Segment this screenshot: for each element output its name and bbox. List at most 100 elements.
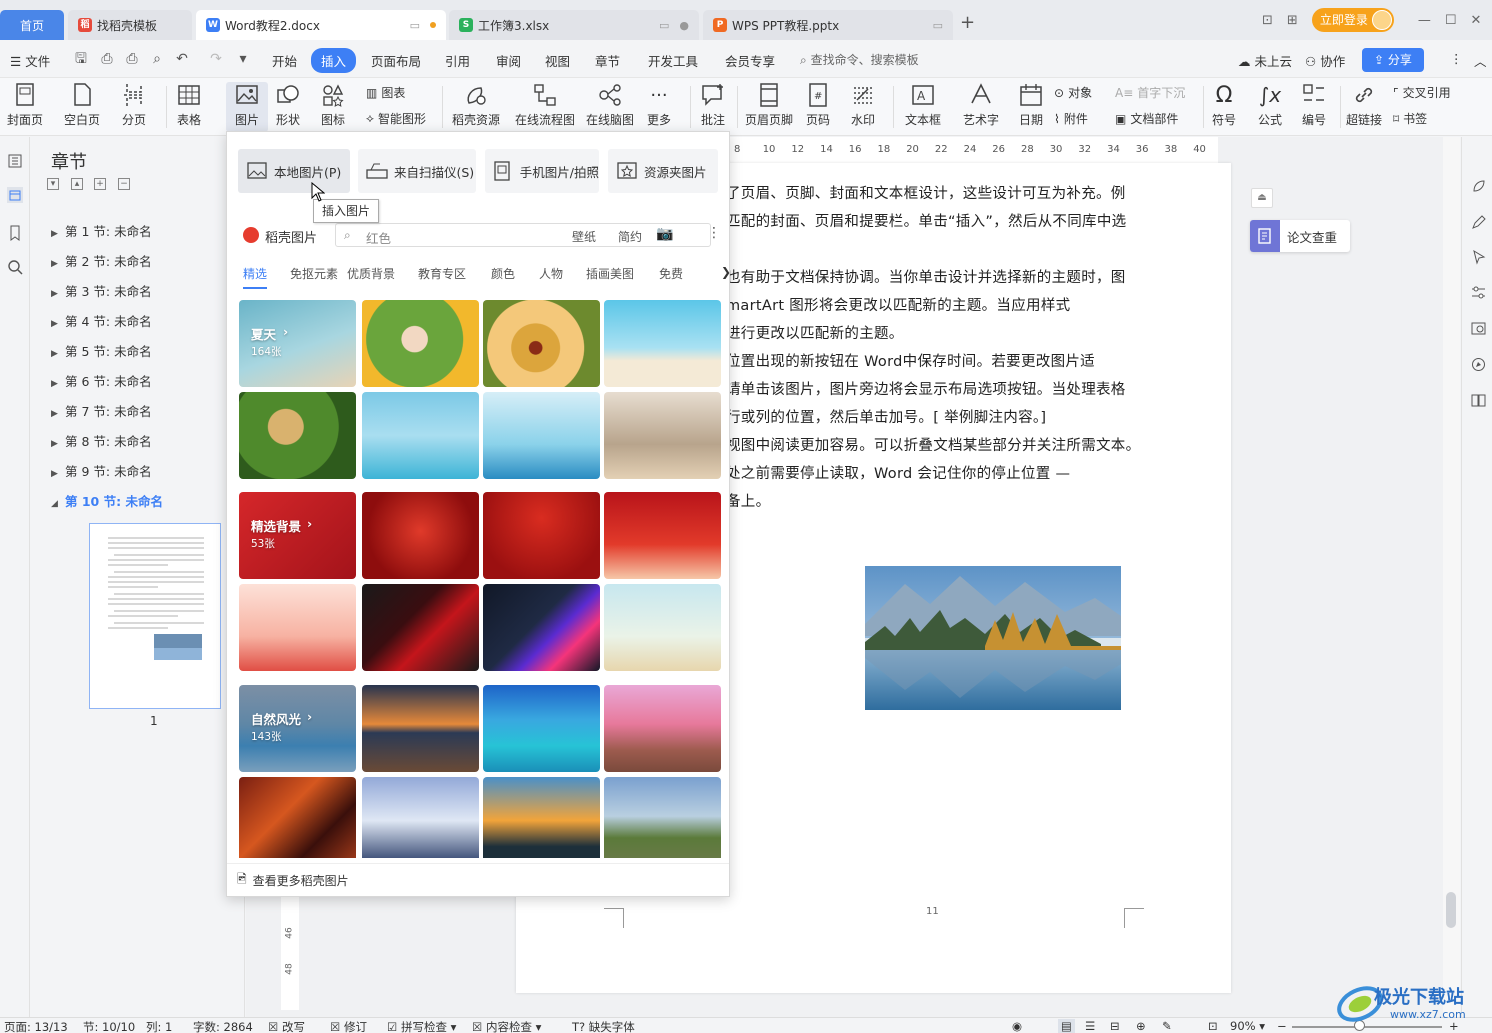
caret-right-icon[interactable]: ▶: [51, 229, 65, 239]
category-tab[interactable]: 插画美图: [586, 265, 634, 282]
doc-parts-button[interactable]: ▣ 文档部件: [1115, 110, 1178, 127]
picture-tile[interactable]: [604, 300, 721, 387]
document-text-line[interactable]: 视图中阅读更加容易。可以折叠文档某些部分并关注所需文本。: [726, 434, 1140, 455]
caret-right-icon[interactable]: ▶: [51, 439, 65, 449]
picture-tile[interactable]: [483, 300, 600, 387]
caret-right-icon[interactable]: ▶: [51, 379, 65, 389]
menu-review[interactable]: 审阅: [496, 51, 521, 70]
comment-button[interactable]: 批注: [700, 82, 726, 128]
icon-library-button[interactable]: 图标: [320, 82, 346, 128]
minimize-icon[interactable]: —: [1418, 13, 1431, 28]
tab-ppt[interactable]: P WPS PPT教程.pptx ▭: [703, 10, 953, 40]
category-tab[interactable]: 教育专区: [418, 265, 466, 282]
command-search[interactable]: ⌕ 查找命令、搜索模板: [800, 51, 919, 68]
picture-group-nature[interactable]: 自然风光 › 143张: [239, 685, 356, 772]
phone-picture-button[interactable]: 手机图片/拍照: [485, 149, 599, 193]
textbox-button[interactable]: A 文本框: [905, 82, 941, 128]
chapter-section-item[interactable]: ▶ 第 9 节: 未命名: [51, 461, 152, 480]
chapter-section-item[interactable]: ▶ 第 7 节: 未命名: [51, 401, 152, 420]
find-icon[interactable]: [7, 259, 23, 275]
vertical-scrollbar[interactable]: [1443, 137, 1460, 1017]
blank-page-button[interactable]: 空白页: [64, 82, 100, 128]
chapter-section-item[interactable]: ▶ 第 4 节: 未命名: [51, 311, 152, 330]
menu-chapter[interactable]: 章节: [595, 51, 620, 70]
picture-button[interactable]: 图片: [226, 82, 268, 132]
more-options-icon[interactable]: ⋮: [1450, 51, 1463, 66]
picture-tile[interactable]: [604, 392, 721, 479]
category-tab[interactable]: 免费: [659, 265, 683, 282]
chapter-nav-icon[interactable]: [7, 187, 23, 203]
cloud-status[interactable]: ☁ 未上云: [1238, 51, 1292, 70]
shape-button[interactable]: 形状: [275, 82, 301, 128]
document-landscape-image[interactable]: [865, 566, 1121, 710]
horizontal-ruler[interactable]: 8 10 12 14 16 18 20 22 24 26 28 30 32 34 36 38 40: [728, 137, 1218, 163]
category-tab[interactable]: 免抠元素: [290, 265, 338, 282]
picture-tile[interactable]: [362, 584, 479, 671]
redo-icon[interactable]: ↷: [207, 50, 225, 68]
monitor-icon[interactable]: ▭: [659, 19, 669, 32]
tab-home[interactable]: 首页: [0, 10, 64, 40]
symbol-button[interactable]: Ω 符号: [1211, 82, 1237, 128]
chapter-section-item[interactable]: ◢ 第 10 节: 未命名: [51, 491, 163, 510]
category-tab[interactable]: 精选: [243, 265, 267, 282]
menu-member[interactable]: 会员专享: [725, 51, 775, 70]
category-tab[interactable]: 人物: [539, 265, 563, 282]
collapse-ribbon-icon[interactable]: ︿: [1474, 51, 1487, 70]
pen-icon[interactable]: [1471, 215, 1486, 230]
fit-page-icon[interactable]: ⊡: [1208, 1019, 1218, 1033]
numbering-button[interactable]: 编号: [1301, 82, 1327, 128]
search-tag-wallpaper[interactable]: 壁纸: [572, 228, 596, 245]
close-dot-icon[interactable]: ●: [679, 19, 689, 32]
header-footer-button[interactable]: 页眉页脚: [745, 82, 793, 128]
local-picture-button[interactable]: 本地图片(P): [238, 149, 350, 193]
cover-page-button[interactable]: 封面页: [7, 82, 43, 128]
picture-tile[interactable]: [362, 777, 479, 858]
docer-resources-button[interactable]: 稻壳资源: [452, 82, 500, 128]
collab-button[interactable]: ⚇ 协作: [1305, 51, 1345, 70]
picture-tile[interactable]: [239, 777, 356, 858]
hyperlink-button[interactable]: 超链接: [1346, 82, 1382, 128]
picture-tile[interactable]: [362, 300, 479, 387]
maximize-icon[interactable]: ☐: [1445, 13, 1457, 28]
picture-tile[interactable]: [483, 492, 600, 579]
picture-tile[interactable]: [604, 492, 721, 579]
document-text-line[interactable]: martArt 图形将会更改以匹配新的主题。当应用样式: [726, 294, 1070, 315]
document-text-line[interactable]: 请单击该图片，图片旁边将会显示布局选项按钮。当处理表格: [726, 378, 1126, 399]
caret-right-icon[interactable]: ▶: [51, 409, 65, 419]
scroll-thumb[interactable]: [1446, 892, 1456, 928]
document-text-line[interactable]: 位置出现的新按钮在 Word中保存时间。若要更改图片适: [726, 350, 1095, 371]
compass-icon[interactable]: [1471, 357, 1486, 372]
picture-tile[interactable]: [604, 685, 721, 772]
more-options-icon[interactable]: ⋮: [707, 225, 721, 241]
camera-search-icon[interactable]: 📷: [656, 226, 673, 242]
menu-page-layout[interactable]: 页面布局: [371, 51, 421, 70]
picture-tile[interactable]: [483, 685, 600, 772]
page-break-button[interactable]: 分页: [121, 82, 147, 128]
tab-word-doc[interactable]: W Word教程2.docx ▭: [196, 10, 446, 40]
missing-font-button[interactable]: T? 缺失字体: [572, 1019, 635, 1033]
watermark-button[interactable]: 水印: [850, 82, 876, 128]
page-thumbnail[interactable]: [89, 523, 221, 709]
picture-tile[interactable]: [483, 584, 600, 671]
more-docer-pictures-link[interactable]: 🖻 查看更多稻壳图片: [237, 870, 349, 891]
track-changes-toggle[interactable]: ☒ 修订: [330, 1019, 367, 1033]
customize-quick-icon[interactable]: ▾: [234, 50, 252, 68]
undo-icon[interactable]: ↶: [173, 50, 191, 68]
menu-insert[interactable]: 插入: [311, 48, 357, 73]
wordart-button[interactable]: 艺术字: [963, 82, 999, 128]
file-menu[interactable]: ☰ 文件: [10, 51, 50, 70]
scanner-button[interactable]: 来自扫描仪(S): [358, 149, 476, 193]
tab-docer-templates[interactable]: 稻 找稻壳模板: [68, 10, 192, 40]
chart-button[interactable]: ▥ 图表: [366, 84, 405, 101]
more-insert-button[interactable]: ··· 更多: [646, 82, 672, 128]
caret-right-icon[interactable]: ▶: [51, 319, 65, 329]
chapter-section-item[interactable]: ▶ 第 1 节: 未命名: [51, 221, 152, 240]
caret-right-icon[interactable]: ▶: [51, 289, 65, 299]
picture-tile[interactable]: [604, 584, 721, 671]
spell-check-toggle[interactable]: ☑ 拼写检查 ▾: [387, 1019, 456, 1033]
collapse-side-panel-button[interactable]: ⏏: [1251, 188, 1273, 208]
picture-tile[interactable]: [483, 777, 600, 858]
document-text-line[interactable]: 备上。: [726, 490, 770, 511]
chapter-section-item[interactable]: ▶ 第 8 节: 未命名: [51, 431, 152, 450]
remove-section-icon[interactable]: −: [118, 178, 130, 190]
